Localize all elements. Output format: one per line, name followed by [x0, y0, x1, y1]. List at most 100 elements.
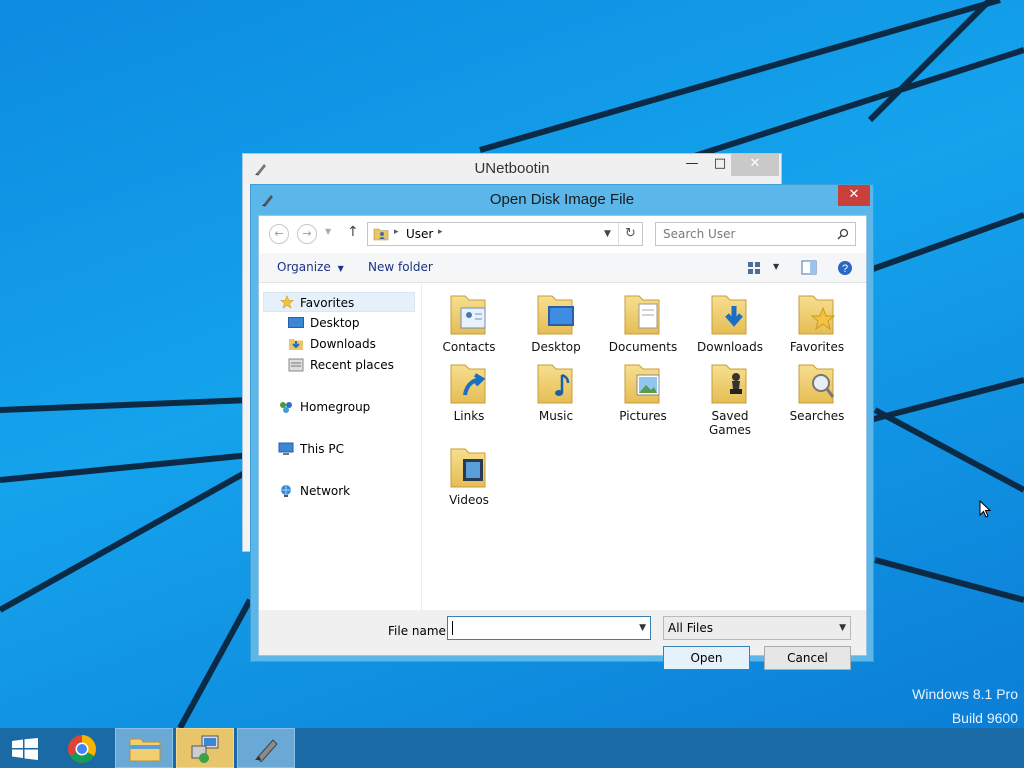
nav-label: Favorites	[300, 296, 355, 310]
contacts-folder-icon	[450, 295, 486, 335]
taskbar	[0, 728, 1024, 768]
command-toolbar: Organize ▼ New folder ▼ ?	[259, 253, 866, 283]
address-row: ← → ▼ ↑ ▸ User ▸ ▼ ↻ Search User	[259, 216, 866, 252]
taskbar-unetbootin[interactable]	[237, 728, 295, 768]
file-label: Pictures	[619, 409, 667, 423]
minimize-button[interactable]: —	[678, 154, 706, 176]
refresh-icon: ↻	[625, 226, 636, 241]
dialog-close-button[interactable]: ✕	[838, 185, 870, 206]
folder-item-pictures[interactable]: Pictures	[603, 359, 683, 423]
build-label: Build 9600	[951, 710, 1018, 726]
nav-item-favorites[interactable]: Favorites	[263, 292, 415, 312]
favorites-folder-icon	[798, 295, 836, 335]
preview-pane-icon	[801, 260, 817, 275]
chrome-icon	[68, 735, 96, 763]
unetbootin-taskbar-icon	[255, 739, 278, 762]
chevron-down-icon: ▼	[337, 264, 344, 273]
folder-item-links[interactable]: Links	[429, 359, 509, 423]
chevron-down-icon: ▼	[839, 623, 846, 633]
file-explorer-icon	[129, 738, 161, 762]
chevron-down-icon: ▼	[325, 227, 332, 236]
searches-folder-icon	[798, 364, 835, 404]
links-folder-icon	[450, 364, 486, 404]
os-name-label: Windows 8.1 Pro	[912, 686, 1018, 702]
nav-label: This PC	[300, 442, 344, 456]
chevron-down-icon[interactable]: ▼	[639, 623, 646, 633]
dialog-body: ← → ▼ ↑ ▸ User ▸ ▼ ↻ Search User Organiz…	[258, 215, 991, 670]
downloads-icon	[289, 339, 303, 350]
file-type-value: All Files	[668, 621, 714, 635]
preview-pane-button[interactable]	[801, 260, 817, 278]
saved-games-folder-icon	[711, 364, 747, 404]
user-folder-icon	[373, 228, 389, 241]
breadcrumb-user[interactable]: User	[406, 227, 433, 241]
forward-button[interactable]: →	[297, 224, 317, 244]
file-type-select[interactable]: All Files ▼	[663, 616, 851, 640]
folder-item-searches[interactable]: Searches	[777, 359, 857, 423]
svg-text:?: ?	[842, 263, 848, 275]
arrow-right-icon: →	[302, 227, 312, 240]
pictures-folder-icon	[624, 364, 660, 404]
up-button[interactable]: ↑	[347, 224, 359, 240]
taskbar-chrome[interactable]	[54, 728, 112, 768]
network-connection-icon	[191, 735, 219, 763]
folder-item-documents[interactable]: Documents	[603, 290, 683, 354]
recent-locations-dropdown[interactable]: ▼	[325, 227, 331, 236]
folder-item-saved-games[interactable]: Saved Games	[690, 359, 770, 437]
back-button[interactable]: ←	[269, 224, 289, 244]
file-label: Favorites	[789, 340, 845, 354]
organize-menu[interactable]: Organize ▼	[277, 260, 344, 274]
start-button[interactable]	[0, 728, 50, 768]
file-label: Searches	[789, 409, 845, 423]
breadcrumb-chevron-icon[interactable]: ▸	[438, 227, 443, 237]
help-icon: ?	[838, 261, 852, 275]
file-label: Downloads	[697, 340, 763, 354]
unetbootin-titlebar[interactable]: UNetbootin — □ ✕	[243, 154, 781, 184]
dialog-title: Open Disk Image File	[489, 191, 635, 208]
new-folder-button[interactable]: New folder	[368, 260, 433, 274]
help-button[interactable]: ?	[837, 260, 853, 279]
organize-label: Organize	[277, 260, 331, 274]
search-box[interactable]: Search User	[655, 222, 856, 246]
nav-label: Homegroup	[300, 400, 371, 414]
folder-item-favorites[interactable]: Favorites	[777, 290, 857, 354]
mouse-cursor-icon	[979, 500, 991, 518]
unetbootin-close-button[interactable]: ✕	[731, 154, 779, 176]
folder-item-videos[interactable]: Videos	[429, 443, 509, 507]
downloads-folder-icon	[711, 295, 747, 335]
computer-icon	[278, 442, 294, 455]
address-history-dropdown[interactable]: ▼	[604, 229, 611, 239]
file-label: Links	[453, 409, 485, 423]
maximize-button[interactable]: □	[706, 154, 734, 176]
nav-label: Downloads	[310, 337, 376, 351]
folder-item-contacts[interactable]: Contacts	[429, 290, 509, 354]
videos-folder-icon	[450, 448, 486, 488]
change-view-button[interactable]: ▼	[747, 261, 779, 278]
open-button[interactable]: Open	[663, 646, 750, 670]
folder-item-music[interactable]: Music	[516, 359, 596, 423]
dialog-titlebar[interactable]: Open Disk Image File ✕	[251, 185, 873, 215]
search-icon[interactable]	[837, 228, 849, 240]
view-grid-icon	[748, 262, 760, 274]
navigation-pane: Favorites Desktop Downloads Recent place…	[259, 284, 422, 610]
taskbar-network-app[interactable]	[176, 728, 234, 768]
documents-folder-icon	[624, 295, 660, 335]
search-input[interactable]: Search User	[663, 227, 735, 241]
file-label: Saved Games	[709, 409, 751, 437]
file-label: Desktop	[531, 340, 581, 354]
chevron-down-icon: ▼	[773, 262, 780, 271]
refresh-button[interactable]: ↻	[618, 223, 642, 245]
desktop-icon	[288, 317, 304, 328]
folder-item-downloads[interactable]: Downloads	[690, 290, 770, 354]
taskbar-file-explorer[interactable]	[115, 728, 173, 768]
desktop-folder-icon	[537, 295, 574, 335]
file-name-input[interactable]: ▼	[447, 616, 651, 640]
open-file-dialog: Open Disk Image File ✕ ← → ▼ ↑ ▸ User ▸ …	[250, 184, 991, 670]
folder-item-desktop[interactable]: Desktop	[516, 290, 596, 354]
cancel-button[interactable]: Cancel	[764, 646, 851, 670]
nav-label: Recent places	[310, 358, 394, 372]
music-folder-icon	[537, 364, 573, 404]
file-label: Music	[538, 409, 574, 423]
address-bar[interactable]: ▸ User ▸ ▼ ↻	[367, 222, 643, 246]
file-label: Documents	[608, 340, 678, 354]
